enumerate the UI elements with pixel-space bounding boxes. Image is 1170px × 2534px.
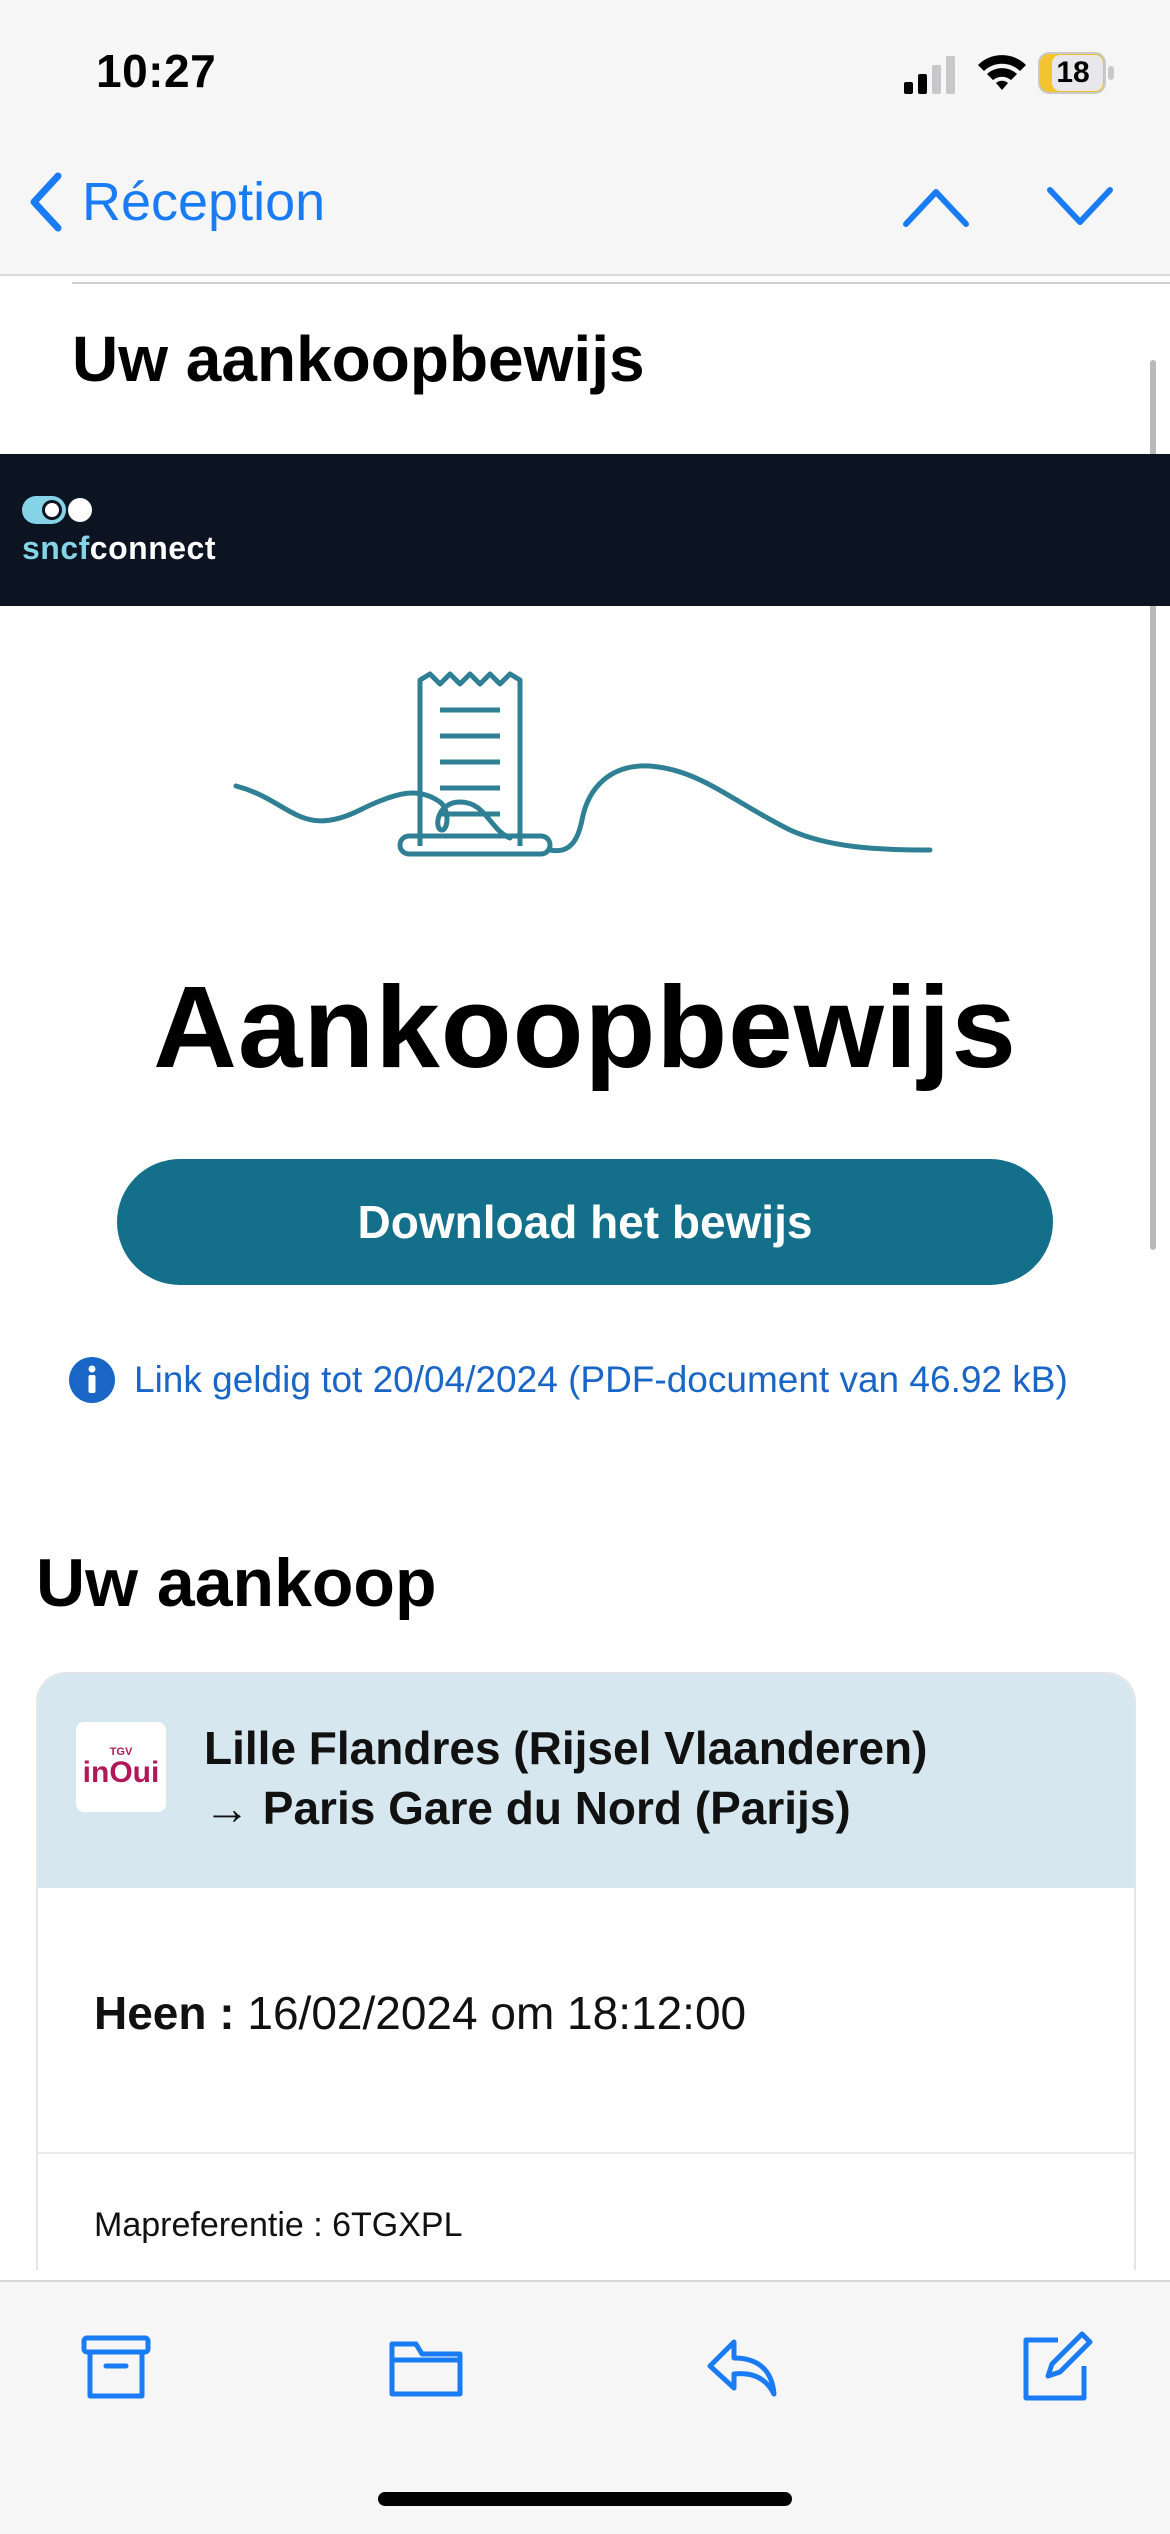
brand-name: sncfconnect bbox=[22, 530, 216, 566]
info-icon bbox=[69, 1357, 115, 1403]
divider bbox=[72, 282, 1170, 284]
route-destination: → Paris Gare du Nord (Parijs) bbox=[204, 1782, 851, 1834]
email-subject: Uw aankoopbewijs bbox=[72, 323, 645, 395]
download-proof-button[interactable]: Download het bewijs bbox=[117, 1159, 1053, 1285]
mail-nav-bar: Réception bbox=[0, 140, 1170, 276]
hero-title: Aankoopbewijs bbox=[153, 962, 1017, 1092]
archive-icon[interactable] bbox=[78, 2330, 154, 2406]
route-origin: Lille Flandres (Rijsel Vlaanderen) bbox=[204, 1722, 928, 1774]
link-validity-text[interactable]: Link geldig tot 20/04/2024 (PDF-document… bbox=[134, 1359, 1068, 1401]
purchase-card: TGV inOui Lille Flandres (Rijsel Vlaande… bbox=[36, 1672, 1136, 2270]
battery-level: 18 bbox=[1056, 56, 1090, 89]
status-bar: 10:27 18 bbox=[0, 0, 1170, 140]
compose-icon[interactable] bbox=[1018, 2330, 1094, 2406]
chevron-left-icon bbox=[30, 172, 62, 232]
brand-header: sncfconnect bbox=[0, 454, 1170, 606]
booking-reference: Mapreferentie : 6TGXPL bbox=[94, 2206, 463, 2244]
folder-icon[interactable] bbox=[388, 2330, 464, 2406]
back-label: Réception bbox=[82, 172, 326, 232]
card-divider bbox=[38, 2152, 1134, 2154]
home-indicator[interactable] bbox=[378, 2492, 792, 2506]
section-title: Uw aankoop bbox=[36, 1545, 437, 1621]
status-time: 10:27 bbox=[96, 45, 217, 97]
back-button[interactable]: Réception bbox=[24, 170, 325, 234]
outbound-trip: Heen : 16/02/2024 om 18:12:00 bbox=[94, 1986, 746, 2040]
card-header: TGV inOui Lille Flandres (Rijsel Vlaande… bbox=[38, 1674, 1134, 1888]
cellular-signal-icon bbox=[904, 56, 955, 94]
chevron-down-icon[interactable] bbox=[1044, 180, 1116, 232]
toggle-logo-icon bbox=[22, 496, 92, 524]
trip-datetime: 16/02/2024 om 18:12:00 bbox=[247, 1987, 747, 2039]
email-body[interactable]: Uw aankoopbewijs sncfconnect Aankoopbewi… bbox=[0, 276, 1170, 2270]
link-validity-info[interactable]: Link geldig tot 20/04/2024 (PDF-document… bbox=[68, 1356, 1068, 1404]
wifi-icon bbox=[978, 55, 1026, 90]
receipt-illustration-icon bbox=[233, 671, 933, 857]
trip-label: Heen : bbox=[94, 1987, 235, 2039]
chevron-up-icon[interactable] bbox=[900, 180, 972, 232]
route: Lille Flandres (Rijsel Vlaanderen) → Par… bbox=[204, 1718, 927, 1838]
reply-icon[interactable] bbox=[704, 2330, 780, 2406]
tgv-inoui-logo: TGV inOui bbox=[76, 1722, 166, 1812]
sncf-connect-logo bbox=[22, 494, 92, 526]
